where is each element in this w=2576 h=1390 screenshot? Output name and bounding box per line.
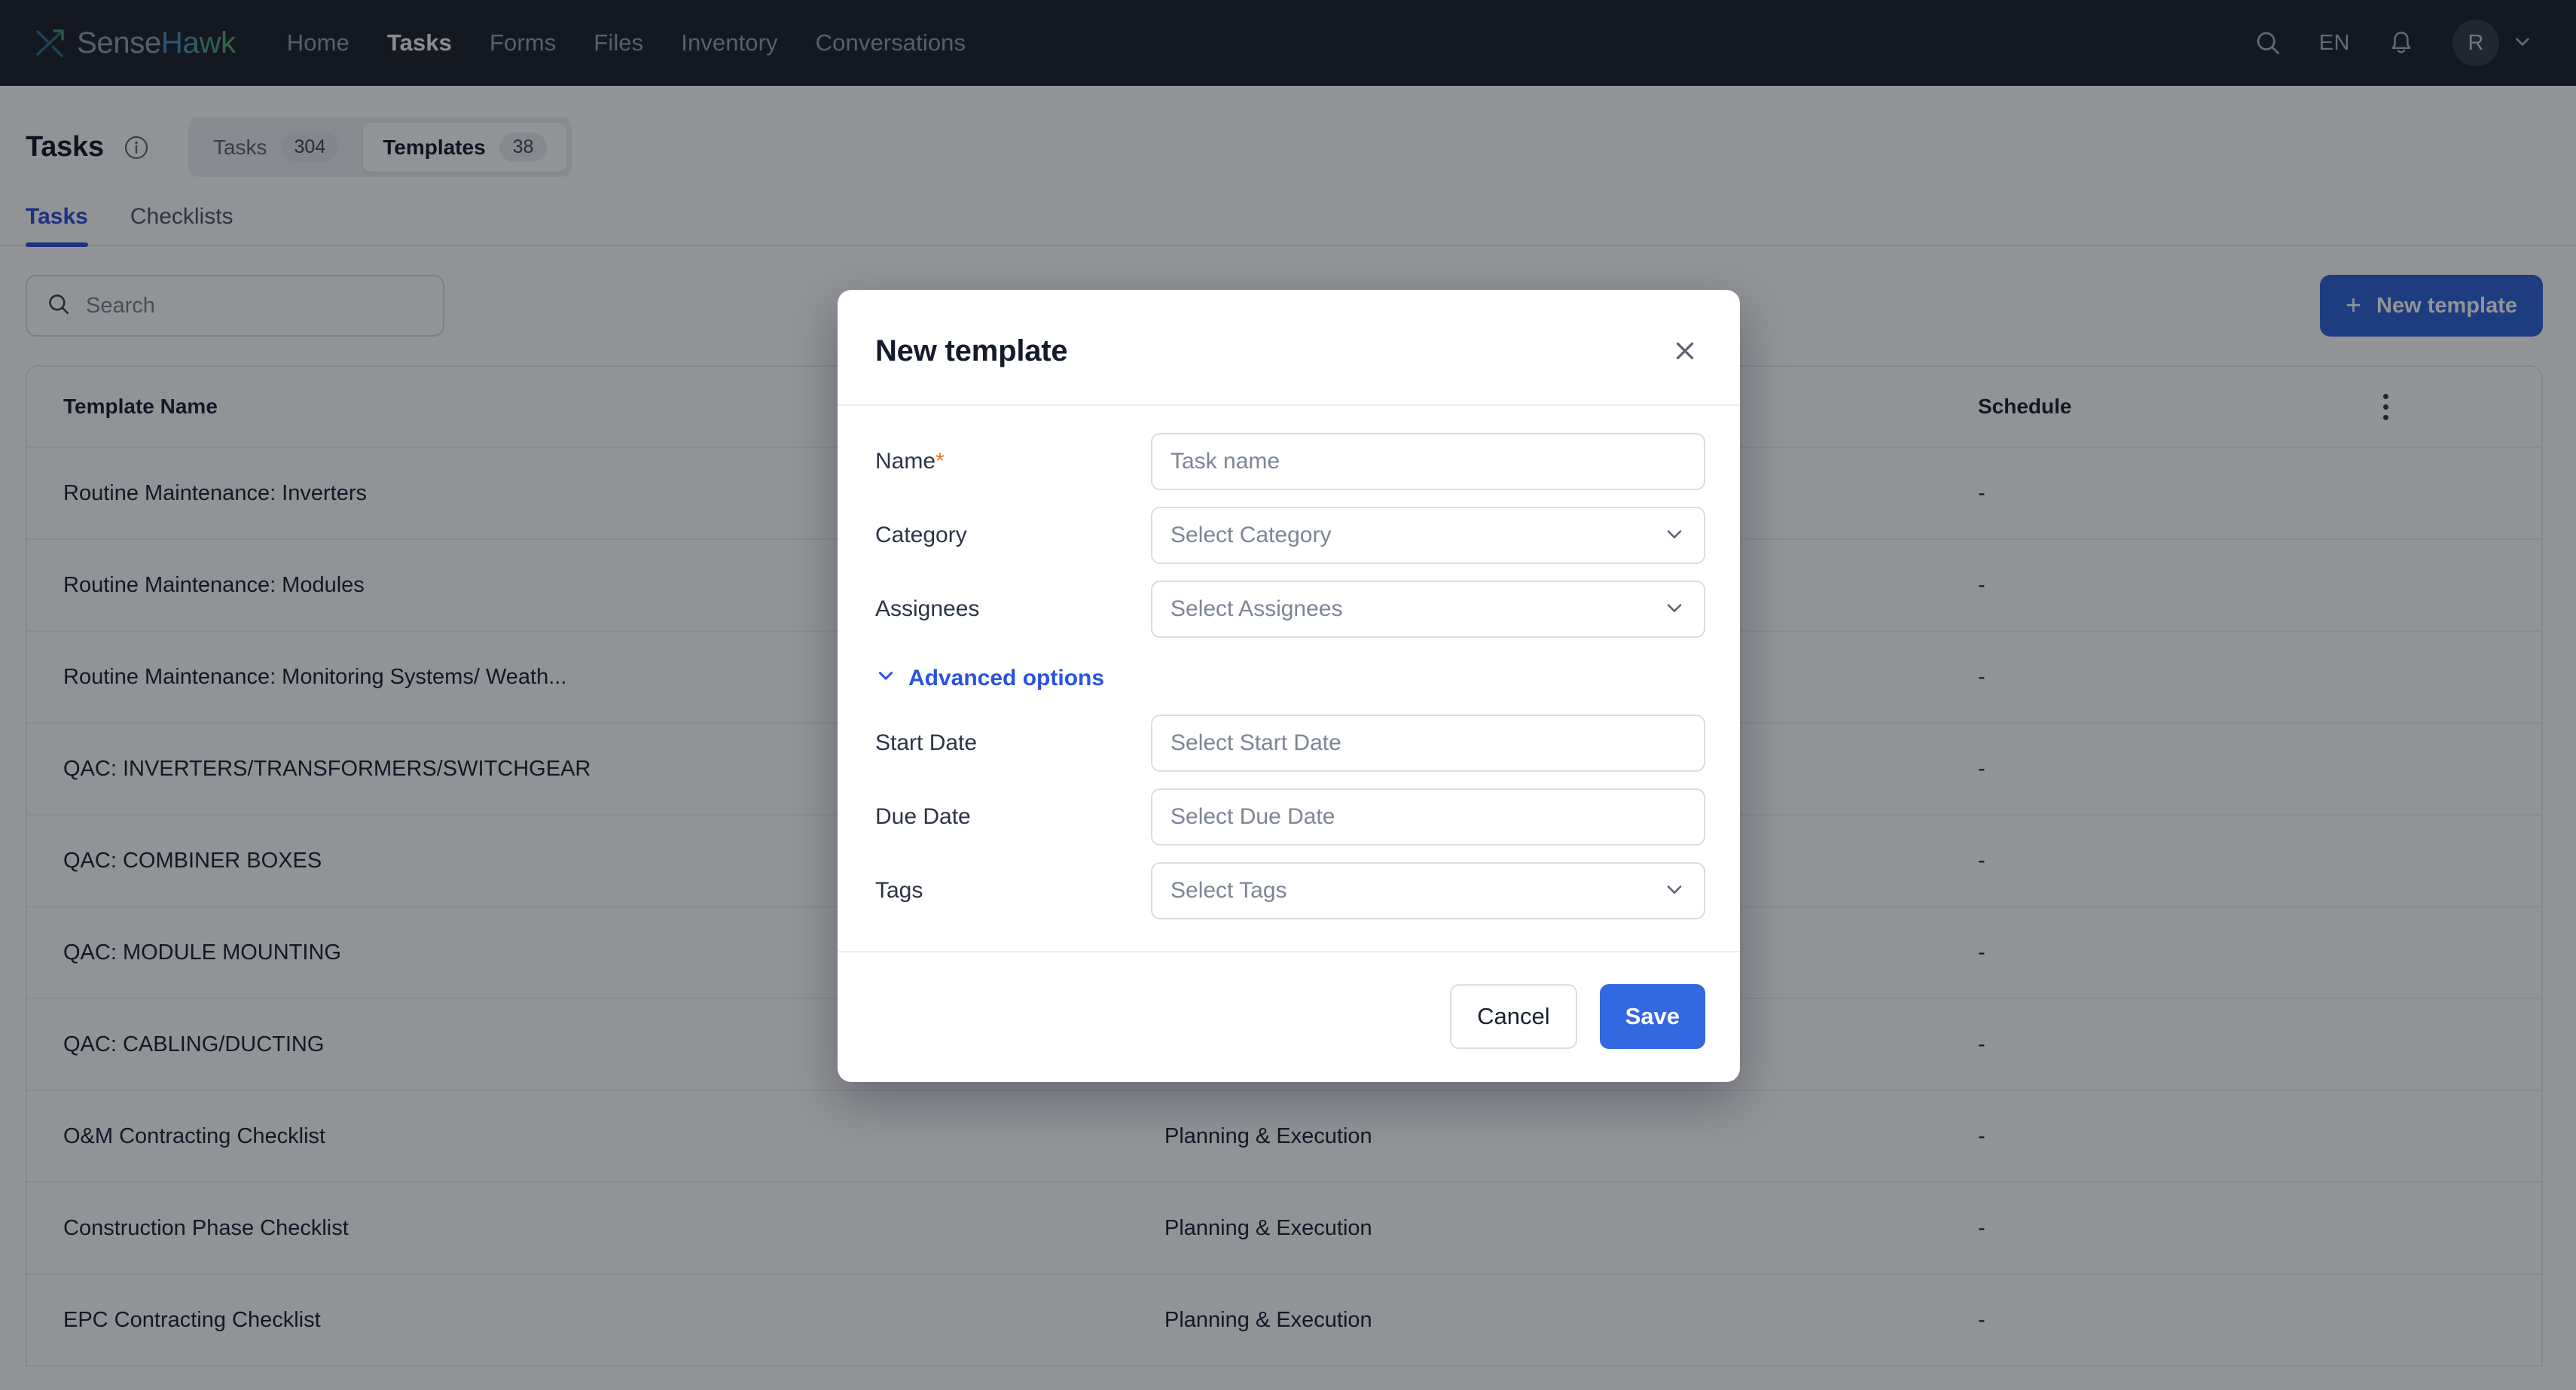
field-row-start-date: Start Date Select Start Date bbox=[875, 715, 1705, 772]
field-row-name: Name* Task name bbox=[875, 433, 1705, 490]
tags-select-placeholder: Select Tags bbox=[1170, 878, 1287, 903]
field-label-name: Name* bbox=[875, 449, 1151, 474]
chevron-down-icon bbox=[1663, 523, 1686, 549]
save-button[interactable]: Save bbox=[1599, 984, 1705, 1049]
field-row-tags: Tags Select Tags bbox=[875, 862, 1705, 919]
cancel-button[interactable]: Cancel bbox=[1450, 984, 1577, 1049]
assignees-select-placeholder: Select Assignees bbox=[1170, 596, 1343, 621]
required-asterisk: * bbox=[935, 449, 945, 474]
start-date-placeholder: Select Start Date bbox=[1170, 730, 1341, 755]
chevron-down-icon bbox=[1663, 878, 1686, 904]
dialog-body: Name* Task name Category Select Category… bbox=[838, 406, 1740, 951]
field-label-start-date: Start Date bbox=[875, 730, 978, 755]
field-label-assignees: Assignees bbox=[875, 596, 980, 621]
field-label-category: Category bbox=[875, 523, 967, 547]
field-row-due-date: Due Date Select Due Date bbox=[875, 788, 1705, 846]
name-field-placeholder: Task name bbox=[1170, 449, 1280, 474]
dialog-footer: Cancel Save bbox=[838, 951, 1740, 1082]
field-label-tags: Tags bbox=[875, 878, 923, 903]
field-label-due-date: Due Date bbox=[875, 804, 971, 829]
due-date-field[interactable]: Select Due Date bbox=[1151, 788, 1705, 846]
field-row-category: Category Select Category bbox=[875, 507, 1705, 564]
chevron-down-icon bbox=[875, 665, 896, 692]
category-select-placeholder: Select Category bbox=[1170, 523, 1332, 547]
field-label-name-text: Name bbox=[875, 449, 936, 474]
close-icon[interactable] bbox=[1665, 331, 1705, 371]
new-template-dialog: New template Name* Task name Category Se… bbox=[838, 290, 1740, 1082]
advanced-options-toggle[interactable]: Advanced options bbox=[875, 665, 1104, 692]
dialog-header: New template bbox=[838, 290, 1740, 406]
advanced-options-label: Advanced options bbox=[908, 666, 1105, 690]
category-select[interactable]: Select Category bbox=[1151, 507, 1705, 564]
name-field[interactable]: Task name bbox=[1151, 433, 1705, 490]
dialog-title: New template bbox=[875, 334, 1068, 367]
start-date-field[interactable]: Select Start Date bbox=[1151, 715, 1705, 772]
chevron-down-icon bbox=[1663, 596, 1686, 623]
tags-select[interactable]: Select Tags bbox=[1151, 862, 1705, 919]
assignees-select[interactable]: Select Assignees bbox=[1151, 581, 1705, 638]
field-row-assignees: Assignees Select Assignees bbox=[875, 581, 1705, 638]
due-date-placeholder: Select Due Date bbox=[1170, 804, 1335, 829]
